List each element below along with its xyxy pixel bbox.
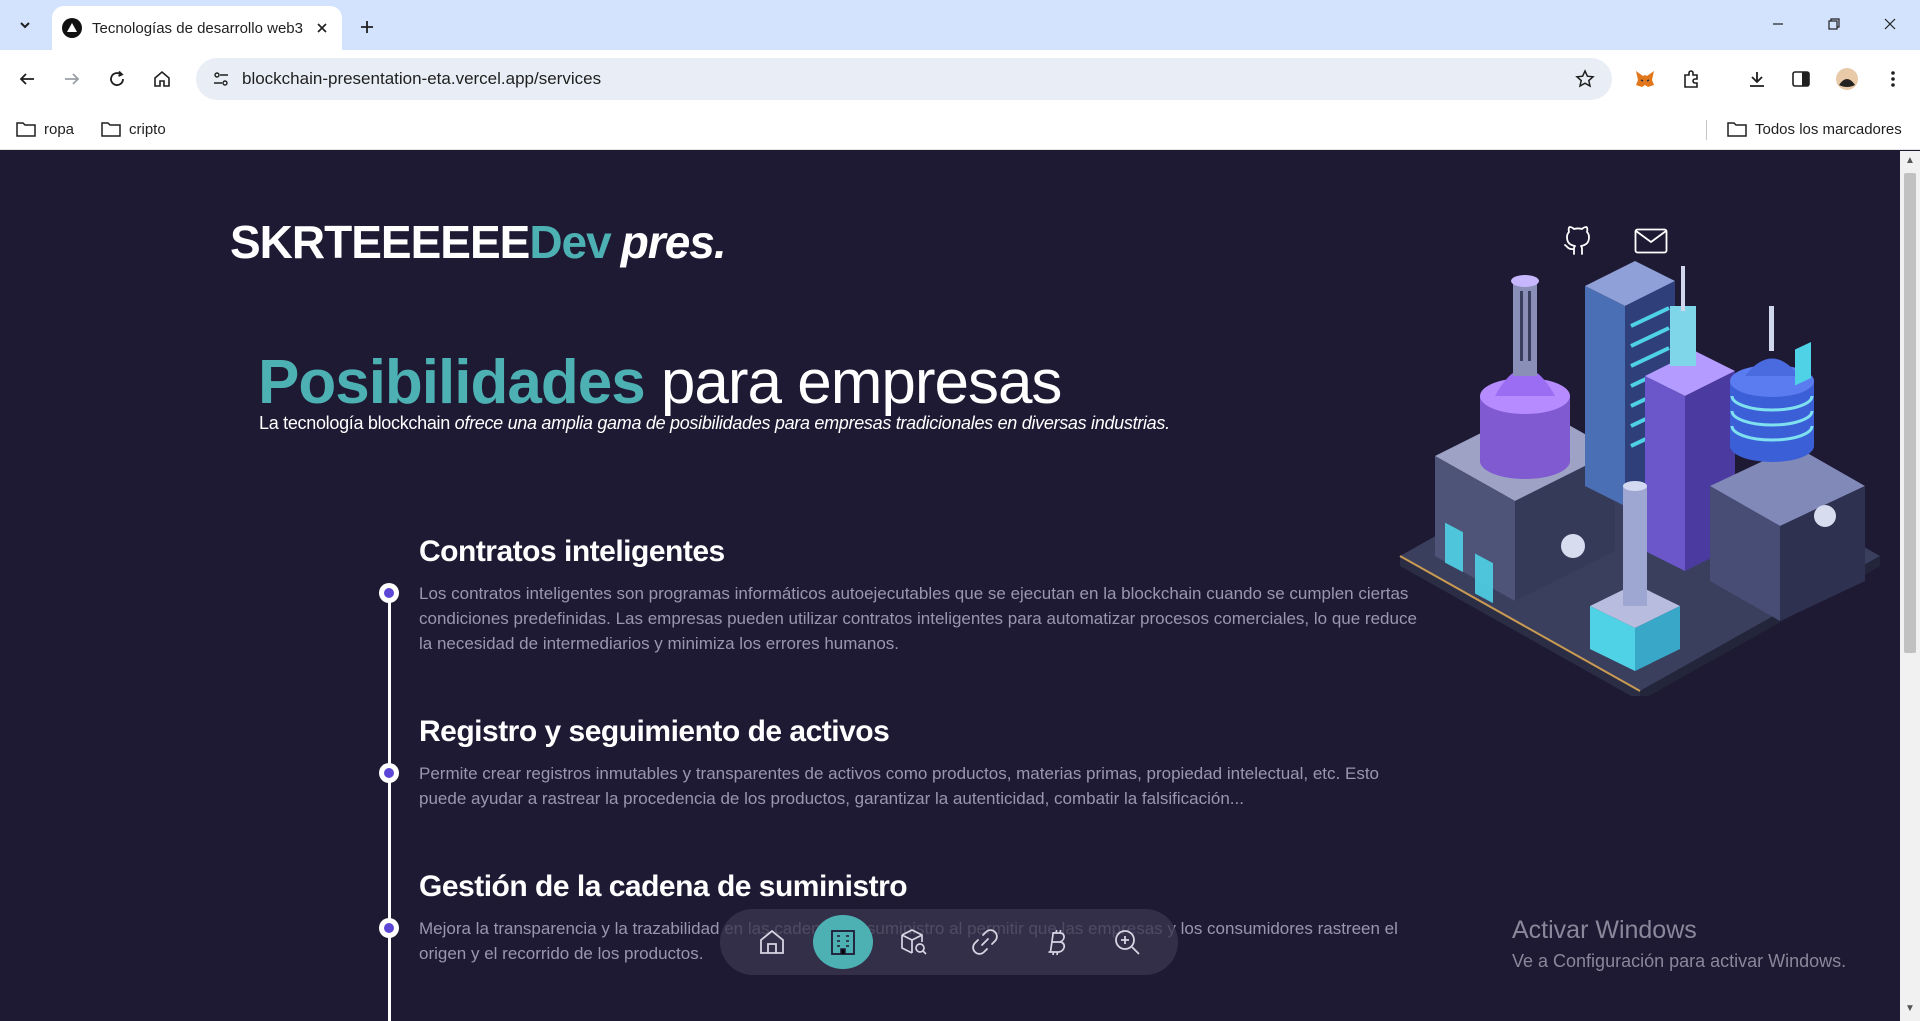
vercel-favicon-icon — [62, 18, 82, 38]
tab-title: Tecnologías de desarrollo web3 — [92, 19, 303, 37]
close-window-button[interactable] — [1862, 6, 1918, 42]
back-button[interactable] — [10, 62, 44, 96]
bitcoin-icon — [1048, 930, 1066, 955]
folder-icon — [1727, 122, 1747, 137]
page-scrollbar[interactable]: ▲ ▼ — [1900, 151, 1920, 1021]
windows-activation-title: Activar Windows — [1512, 916, 1697, 944]
reload-button[interactable] — [100, 62, 134, 96]
minimize-button[interactable] — [1750, 6, 1806, 42]
item-title-asset-tracking: Registro y seguimiento de activos — [419, 715, 890, 748]
bookmarks-separator — [1706, 120, 1707, 140]
forward-button[interactable] — [55, 62, 89, 96]
page-title-rest: para empresas — [644, 348, 1063, 417]
all-bookmarks-button[interactable]: Todos los marcadores — [1727, 116, 1902, 142]
reload-icon — [110, 70, 124, 86]
dock-zoom-button[interactable] — [1097, 915, 1157, 969]
item-description-smart-contracts: Los contratos inteligentes son programas… — [419, 584, 1417, 653]
bottom-nav-dock — [720, 909, 1178, 975]
subtitle-plain: La tecnología blockchain — [259, 413, 455, 433]
dock-explore-button[interactable] — [884, 915, 944, 969]
extensions-puzzle-icon[interactable] — [1674, 62, 1708, 96]
home-button[interactable] — [145, 62, 179, 96]
bookmark-label: ropa — [44, 120, 75, 138]
chevron-down-icon — [20, 22, 30, 29]
page-content: SKRTEEEEEEDev pres. Posibilidades para em… — [0, 151, 1900, 1021]
subtitle-italic: ofrece una amplia gama de posibilidades … — [454, 413, 1170, 433]
timeline-dot — [379, 583, 399, 603]
bookmark-label: cripto — [129, 120, 166, 138]
link-icon — [972, 929, 998, 955]
timeline-line — [388, 594, 391, 1021]
folder-icon — [101, 122, 121, 137]
item-title-supply-chain: Gestión de la cadena de suministro — [419, 870, 908, 903]
restore-icon — [1828, 18, 1840, 30]
windows-activation-subtitle: Ve a Configuración para activar Windows. — [1512, 951, 1847, 971]
bookmark-star-icon[interactable] — [1568, 62, 1602, 96]
dock-link-button[interactable] — [955, 915, 1015, 969]
home-icon — [760, 929, 784, 954]
browser-menu-icon[interactable] — [1876, 62, 1910, 96]
isometric-city-illustration — [1399, 261, 1880, 696]
zoom-in-icon — [1115, 930, 1140, 955]
browser-tab-strip: Tecnologías de desarrollo web3 — [0, 0, 1920, 50]
new-tab-button[interactable] — [352, 12, 382, 42]
logo-dev-text: Dev — [529, 216, 611, 268]
metamask-extension-icon[interactable] — [1628, 62, 1662, 96]
timeline-dot — [379, 763, 399, 783]
browser-toolbar: blockchain-presentation-eta.vercel.app/s… — [0, 50, 1920, 108]
site-logo[interactable]: SKRTEEEEEEDev pres. — [230, 215, 727, 269]
folder-icon — [16, 122, 36, 137]
item-title-smart-contracts: Contratos inteligentes — [419, 535, 725, 568]
bookmark-folder-cripto[interactable]: cripto — [101, 116, 166, 142]
downloads-icon[interactable] — [1740, 62, 1774, 96]
bookmarks-bar: ropa cripto Todos los marcadores — [0, 108, 1920, 150]
dock-bitcoin-button[interactable] — [1026, 915, 1086, 969]
page-title-accent: Posibilidades — [258, 348, 646, 417]
home-icon — [154, 70, 170, 87]
profile-avatar[interactable] — [1830, 62, 1864, 96]
all-bookmarks-label: Todos los marcadores — [1755, 120, 1902, 138]
url-text: blockchain-presentation-eta.vercel.app/s… — [242, 69, 602, 88]
bookmark-folder-ropa[interactable]: ropa — [16, 116, 74, 142]
page-subtitle: La tecnología blockchain ofrece una ampl… — [259, 413, 1170, 434]
address-bar[interactable]: blockchain-presentation-eta.vercel.app/s… — [196, 58, 1612, 100]
item-description-asset-tracking: Permite crear registros inmutables y tra… — [419, 764, 1379, 808]
browser-tab-active[interactable]: Tecnologías de desarrollo web3 — [52, 6, 342, 50]
arrow-right-icon — [65, 73, 80, 85]
cube-search-icon — [901, 929, 927, 955]
close-icon — [1884, 18, 1896, 30]
logo-pres-text: pres. — [620, 216, 727, 268]
building-icon — [831, 930, 855, 955]
scrollbar-thumb[interactable] — [1904, 173, 1916, 653]
timeline-dot — [379, 918, 399, 938]
arrow-left-icon — [19, 73, 34, 85]
page-title: Posibilidades para empresas — [258, 347, 1063, 418]
site-settings-icon[interactable] — [204, 62, 238, 96]
scroll-up-icon[interactable]: ▲ — [1905, 155, 1915, 166]
tab-search-button[interactable] — [10, 12, 40, 38]
tab-close-icon[interactable] — [312, 18, 332, 38]
logo-main-text: SKRTEEEEEE — [230, 216, 530, 268]
side-panel-icon[interactable] — [1784, 62, 1818, 96]
scroll-down-icon[interactable]: ▼ — [1905, 1003, 1915, 1014]
restore-button[interactable] — [1806, 6, 1862, 42]
dock-home-button[interactable] — [742, 915, 802, 969]
minimize-icon — [1773, 23, 1783, 25]
dock-business-button[interactable] — [813, 915, 873, 969]
plus-icon — [361, 21, 373, 33]
